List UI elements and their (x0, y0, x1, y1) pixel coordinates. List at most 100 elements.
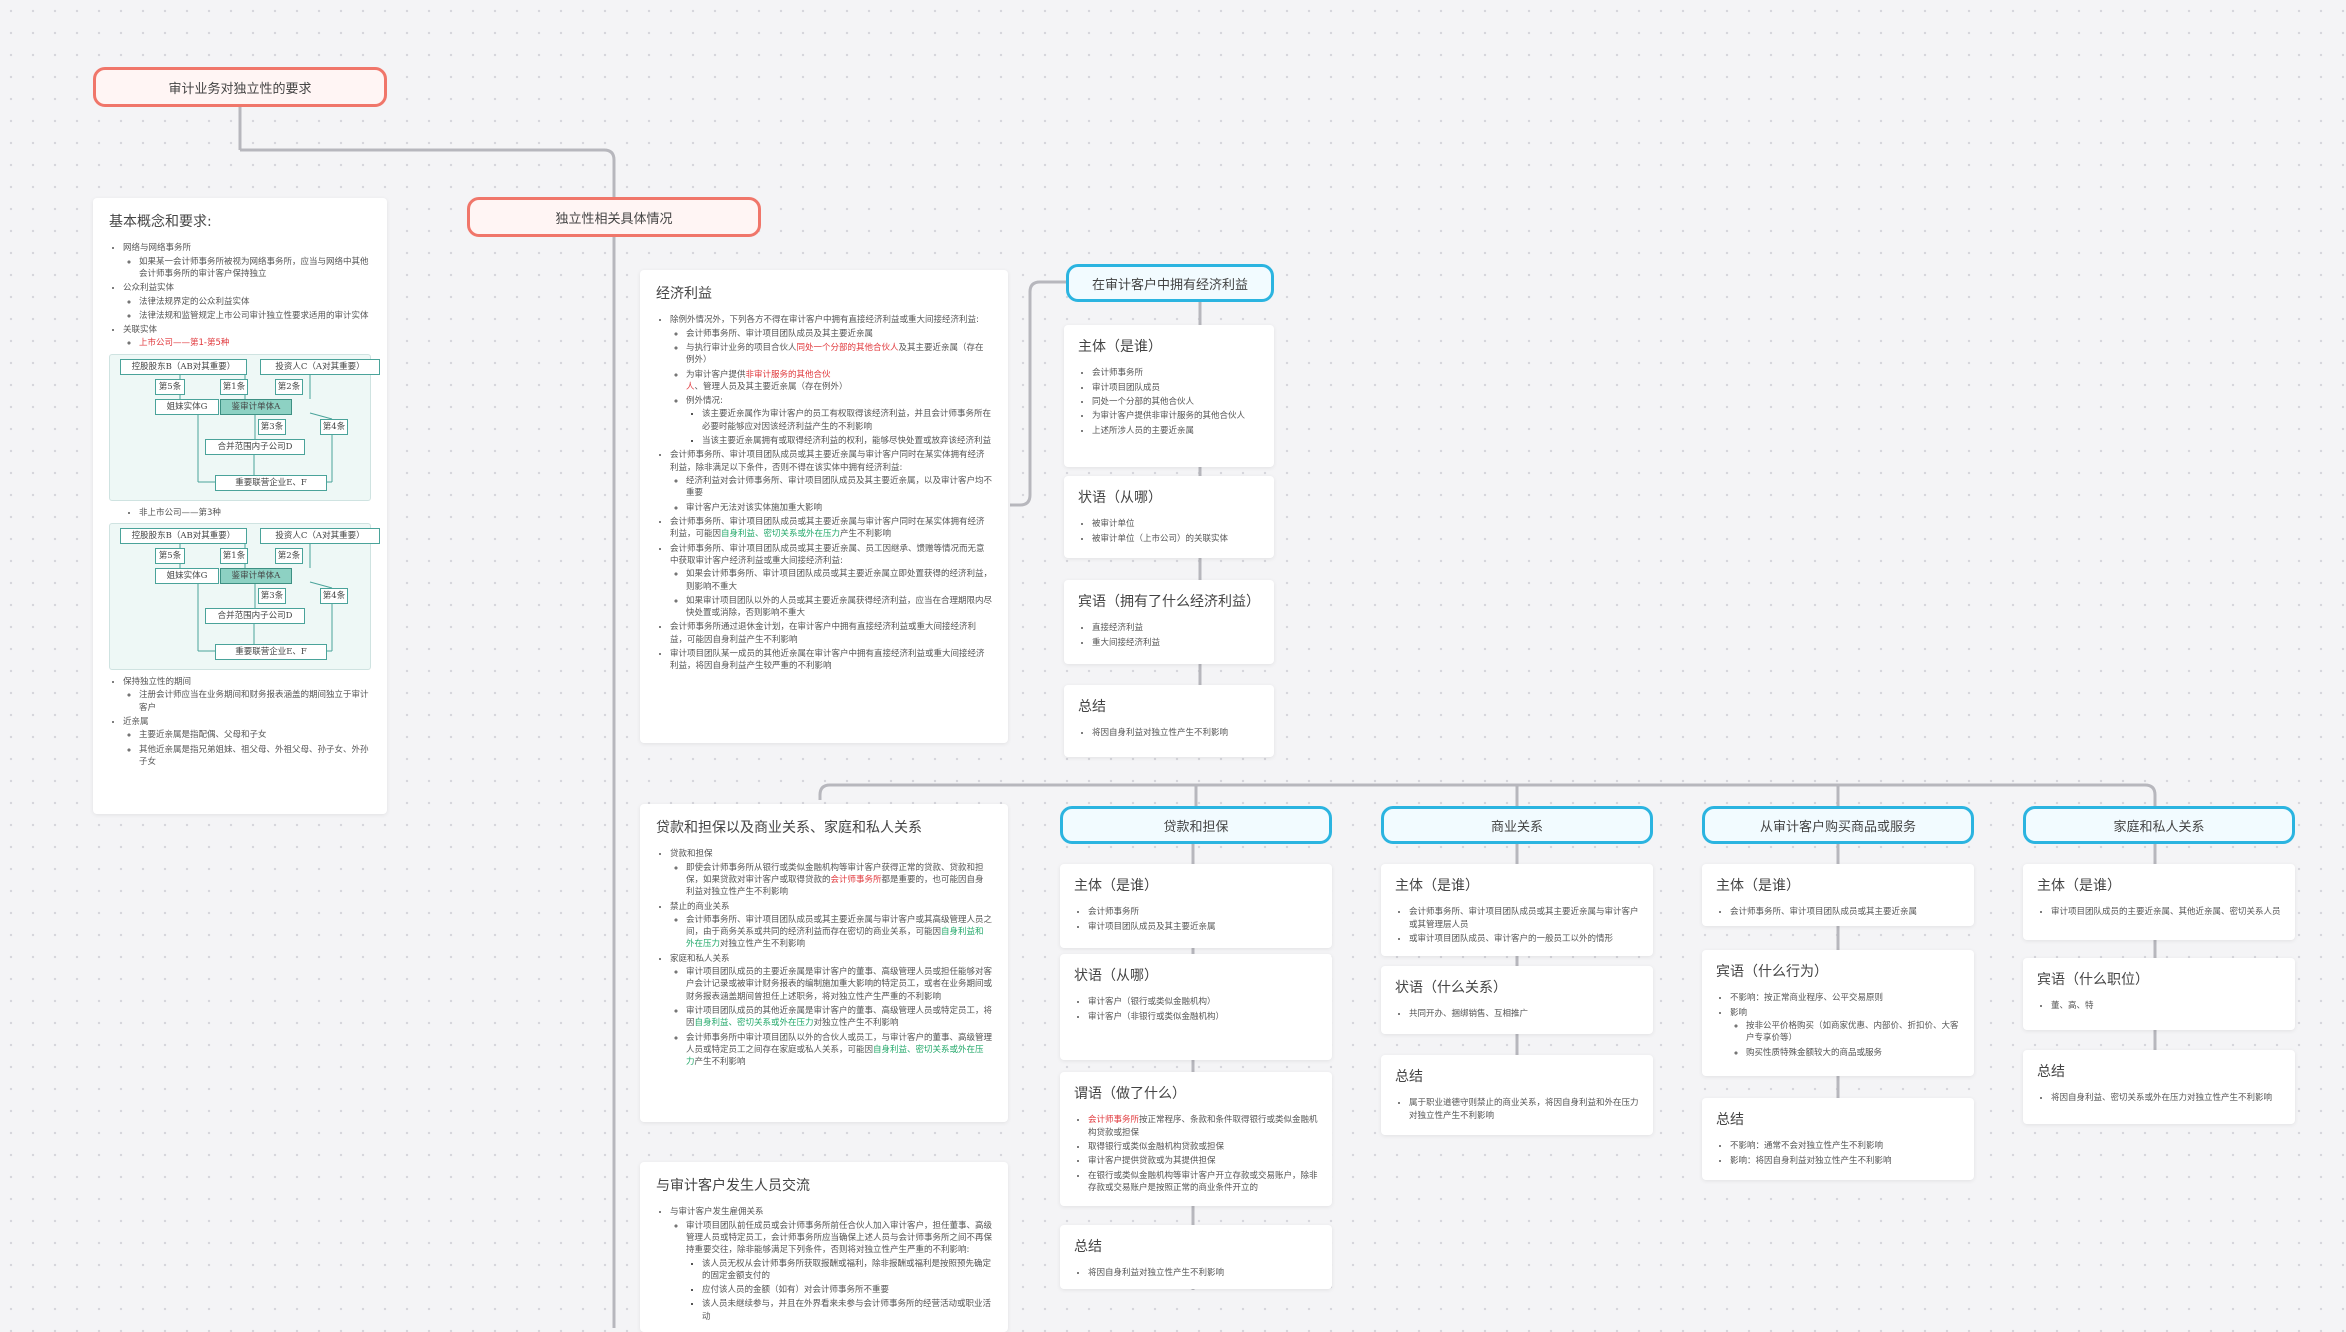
card-list: 不影响：通常不会对独立性产生不利影响影响：将因自身利益对独立性产生不利影响 (1716, 1140, 1960, 1167)
economic-card[interactable]: 主体（是谁） 会计师事务所审计项目团队成员同处一个分部的其他合伙人为审计客户提供非… (1064, 325, 1274, 467)
card-list: 会计师事务所按正常程序、条款和条件取得银行或类似金融机构贷款或担保取得银行或类似… (1074, 1114, 1318, 1194)
list-item: 审计项目团队成员的主要近亲属、其他近亲属、密切关系人员 (2051, 906, 2281, 918)
economic-card[interactable]: 宾语（拥有了什么经济利益） 直接经济利益重大间接经济利益 (1064, 580, 1274, 664)
card-list: 被审计单位被审计单位（上市公司）的关联实体 (1078, 518, 1260, 545)
org-node-top-right: 投资人C（A对其重要） (260, 528, 380, 545)
basics-card[interactable]: 基本概念和要求: 网络与网络事务所 如果某一会计师事务所被视为网络事务所，应当与… (93, 198, 387, 814)
list-item: 会计师事务所、审计项目团队成员及其主要近亲属 (686, 328, 992, 340)
list-item: 审计客户（非银行或类似金融机构） (1088, 1011, 1318, 1023)
list-item: 会计师事务所、审计项目团队成员或其主要近亲属、员工因继承、馈赠等情况而无意中获取… (670, 543, 992, 620)
branch-topic[interactable]: 独立性相关具体情况 (467, 197, 761, 237)
list-text: 会计师事务所、审计项目团队成员或其主要近亲属与审计客户同时在某实体拥有经济利益，… (670, 450, 985, 473)
economic-interest-card[interactable]: 经济利益 除例外情况外，下列各方不得在审计客户中拥有直接经济利益或重大间接经济利… (640, 270, 1008, 743)
business-card[interactable]: 状语（什么关系） 共同开办、捆绑销售、互相推广 (1381, 966, 1653, 1034)
card-title: 主体（是谁） (1078, 339, 1162, 355)
list-item: 审计项目团队成员的其他近亲属是审计客户的董事、高级管理人员或特定员工，将因自身利… (686, 1005, 992, 1030)
org-node-assoc: 重要联营企业E、F (215, 474, 327, 491)
loan-card[interactable]: 总结将因自身利益对独立性产生不利影响 (1060, 1225, 1332, 1289)
org-node-n4: 第4条 (320, 418, 348, 435)
basics-subitem: 法律法规界定的公众利益实体 (139, 296, 250, 307)
list-text: 会计师事务所通过退休金计划，在审计客户中拥有直接经济利益或重大间接经济利益，可能… (670, 622, 977, 645)
list-item: 审计项目团队成员 (1092, 382, 1260, 394)
sub-list: 审计项目团队成员的主要近亲属是审计客户的董事、高级管理人员或担任能够对客户会计记… (670, 966, 992, 1069)
list-item: 会计师事务所、审计项目团队成员或其主要近亲属与审计客户同时在某实体拥有经济利益，… (670, 516, 992, 541)
purchase-card[interactable]: 总结不影响：通常不会对独立性产生不利影响影响：将因自身利益对独立性产生不利影响 (1702, 1098, 1974, 1180)
topic-economic-interest[interactable]: 在审计客户中拥有经济利益 (1066, 264, 1274, 302)
card-title: 状语（什么关系） (1395, 980, 1507, 996)
text-run: 审计项目团队成员的主要近亲属是审计客户的董事、高级管理人员或担任能够对客户会计记… (686, 967, 993, 1002)
list-text: 审计客户（银行或类似金融机构） (1088, 997, 1216, 1008)
list-text: 与审计客户发生雇佣关系 (670, 1207, 764, 1218)
basics-subitem: 主要近亲属是指配偶、父母和子女 (139, 730, 267, 741)
list-item: 网络与网络事务所 如果某一会计师事务所被视为网络事务所，应当与网络中其他会计师事… (123, 242, 371, 280)
business-card[interactable]: 主体（是谁） 会计师事务所、审计项目团队成员或其主要近亲属与审计客户或其管理层人员… (1381, 864, 1653, 956)
org-node-sub: 合并范围内子公司D (205, 608, 305, 625)
list-text: 会计师事务所 (1088, 907, 1140, 918)
root-topic-label: 审计业务对独立性的要求 (168, 81, 312, 97)
text-run: 审计客户无法对该实体施加重大影响 (686, 502, 823, 513)
list-item: 与审计客户发生雇佣关系审计项目团队前任成员或会计师事务所前任合伙人加入审计客户，… (670, 1206, 992, 1323)
list-item: 审计项目团队某一成员的其他近亲属在审计客户中拥有直接经济利益或重大间接经济利益，… (670, 648, 992, 673)
list-item: 董、高、特 (2051, 1000, 2281, 1012)
list-text: 禁止的商业关系 (670, 901, 730, 912)
card-list: 审计客户（银行或类似金融机构） 审计客户（非银行或类似金融机构） (1074, 996, 1318, 1023)
loan-card[interactable]: 谓语（做了什么） 会计师事务所按正常程序、条款和条件取得银行或类似金融机构贷款或担… (1060, 1072, 1332, 1206)
topic-family-relationship[interactable]: 家庭和私人关系 (2023, 806, 2295, 844)
list-text: 在银行或类似金融机构等审计客户开立存款或交易账户，除非存款或交易账户是按照正常的… (1088, 1170, 1318, 1193)
org-node-top-left: 控股股东B（AB对其重要） (120, 528, 247, 545)
green-text: 自身利益、密切关系或外在压力 (694, 1018, 814, 1029)
list-text: 影响 (1730, 1007, 1748, 1018)
list-item: 法律法规界定的公众利益实体 (139, 296, 371, 308)
list-text: 会计师事务所、审计项目团队成员或其主要近亲属 (1730, 907, 1918, 918)
topic-loans-guarantees[interactable]: 贷款和担保 (1060, 806, 1332, 844)
loan-card[interactable]: 主体（是谁） 会计师事务所审计项目团队成员及其主要近亲属 (1060, 864, 1332, 948)
loans-list: 贷款和担保即使会计师事务所从银行或类似金融机构等审计客户获得正常的贷款、贷款和担… (656, 848, 992, 1068)
topic-economic-interest-label: 在审计客户中拥有经济利益 (1091, 277, 1248, 293)
basics-subitem: 如果某一会计师事务所被视为网络事务所，应当与网络中其他会计师事务所的审计客户保持… (139, 256, 369, 279)
card-title: 总结 (1716, 1112, 1744, 1128)
topic-business-label: 商业关系 (1490, 819, 1543, 835)
org-node-sister: 姐妹实体G (155, 568, 219, 585)
card-list: 共同开办、捆绑销售、互相推广 (1395, 1008, 1639, 1020)
root-topic[interactable]: 审计业务对独立性的要求 (93, 67, 387, 107)
list-item: 审计项目团队成员的主要近亲属是审计客户的董事、高级管理人员或担任能够对客户会计记… (686, 966, 992, 1003)
topic-purchase-goods[interactable]: 从审计客户购买商品或服务 (1702, 806, 1974, 844)
list-item: 审计项目团队前任成员或会计师事务所前任合伙人加入审计客户，担任董事、高级管理人员… (686, 1220, 992, 1324)
mindmap-canvas: 审计业务对独立性的要求 独立性相关具体情况 基本概念和要求: 网络与网络事务所 … (0, 0, 2346, 1332)
basics-item-label: 公众利益实体 (123, 283, 175, 294)
org-node-n4: 第4条 (320, 588, 348, 605)
family-card[interactable]: 宾语（什么职位） 董、高、特 (2023, 958, 2295, 1030)
staff-list: 与审计客户发生雇佣关系审计项目团队前任成员或会计师事务所前任合伙人加入审计客户，… (656, 1206, 992, 1323)
text-run: 如果会计师事务所、审计项目团队成员或其主要近亲属立即处置获得的经济利益，则影响不… (686, 569, 993, 592)
list-item: 保持独立性的期间 注册会计师应当在业务期间和财务报表涵盖的期间独立于审计客户 (123, 676, 371, 714)
loans-relationships-card[interactable]: 贷款和担保以及商业关系、家庭和私人关系 贷款和担保即使会计师事务所从银行或类似金… (640, 804, 1008, 1122)
purchase-card[interactable]: 主体（是谁） 会计师事务所、审计项目团队成员或其主要近亲属 (1702, 864, 1974, 926)
card-title: 总结 (2037, 1064, 2065, 1080)
card-list: 董、高、特 (2037, 1000, 2281, 1012)
family-card[interactable]: 总结将因自身利益、密切关系或外在压力对独立性产生不利影响 (2023, 1050, 2295, 1124)
economic-card[interactable]: 状语（从哪） 被审计单位被审计单位（上市公司）的关联实体 (1064, 476, 1274, 558)
family-card[interactable]: 主体（是谁） 审计项目团队成员的主要近亲属、其他近亲属、密切关系人员 (2023, 864, 2295, 940)
card-list: 将因自身利益、密切关系或外在压力对独立性产生不利影响 (2037, 1092, 2281, 1104)
list-text: 该主要近亲属作为审计客户的员工有权取得该经济利益，并且会计师事务所在必要时能够应… (702, 409, 992, 432)
list-item: 会计师事务所 (1088, 906, 1318, 918)
list-text: 不影响：按正常商业程序、公平交易原则 (1730, 993, 1884, 1004)
list-item: 会计师事务所、审计项目团队成员或其主要近亲属 (1730, 906, 1960, 918)
list-item: 或审计项目团队成员、审计客户的一般员工以外的情形 (1409, 933, 1639, 945)
list-item: 非上市公司——第3种 (139, 507, 371, 519)
list-item: 如果某一会计师事务所被视为网络事务所，应当与网络中其他会计师事务所的审计客户保持… (139, 256, 371, 281)
org-node-n2: 第2条 (275, 548, 303, 565)
text-run: 对独立性产生不利影响 (720, 939, 806, 950)
list-item: 当该主要近亲属拥有或取得经济利益的权利，能够尽快处置或放弃该经济利益 (702, 435, 992, 447)
card-title: 总结 (1395, 1069, 1423, 1085)
economic-card[interactable]: 总结将因自身利益对独立性产生不利影响 (1064, 685, 1274, 757)
list-item: 经济利益对会计师事务所、审计项目团队成员及其主要近亲属，以及审计客户均不重要 (686, 475, 992, 500)
topic-business-relationship[interactable]: 商业关系 (1381, 806, 1653, 844)
purchase-card[interactable]: 宾语（什么行为） 不影响：按正常商业程序、公平交易原则影响按非公平价格购买（如商家… (1702, 950, 1974, 1076)
list-text: 贷款和担保 (670, 849, 713, 860)
basics-item-label: 保持独立性的期间 (123, 677, 192, 688)
staff-exchange-card[interactable]: 与审计客户发生人员交流 与审计客户发生雇佣关系审计项目团队前任成员或会计师事务所… (640, 1162, 1008, 1332)
org-node-n1: 第1条 (220, 378, 248, 395)
loan-card[interactable]: 状语（从哪） 审计客户（银行或类似金融机构） 审计客户（非银行或类似金融机构） (1060, 954, 1332, 1060)
business-card[interactable]: 总结属于职业道德守则禁止的商业关系，将因自身利益和外在压力对独立性产生不利影响 (1381, 1055, 1653, 1135)
